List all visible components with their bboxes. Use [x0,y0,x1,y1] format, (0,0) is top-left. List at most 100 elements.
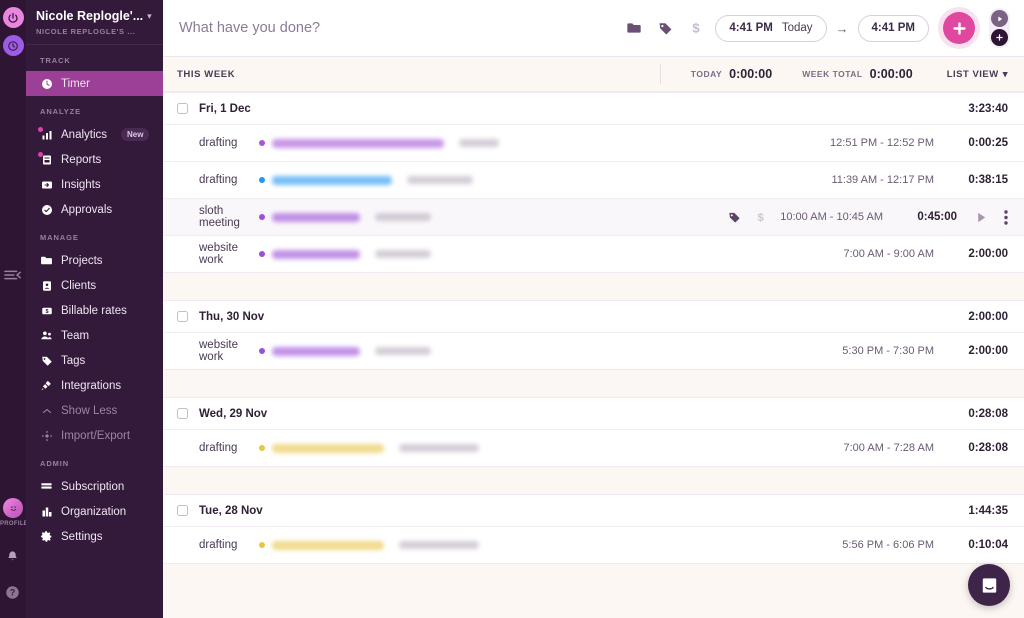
clock-icon[interactable] [2,35,24,56]
day-select-checkbox[interactable] [177,408,188,419]
client-name-redacted [407,176,473,184]
sidebar-item-integrations[interactable]: Integrations [26,373,163,398]
day-group: Tue, 28 Nov 1:44:35 drafting 5:56 PM - 6:06… [163,494,1024,564]
sidebar-item-projects[interactable]: Projects [26,248,163,273]
project-color-dot [259,348,265,354]
sidebar-item-label: Organization [61,505,127,518]
sidebar-item-subscription[interactable]: Subscription [26,474,163,499]
entry-description[interactable]: drafting [177,137,259,149]
entry-time-range[interactable]: 12:51 PM - 12:52 PM [830,137,934,149]
sidebar-item-label: Subscription [61,480,125,493]
entry-project[interactable] [259,346,842,356]
entry-project[interactable] [259,443,844,453]
avatar[interactable] [3,498,23,518]
task-description-input[interactable] [179,20,627,36]
entry-project[interactable] [259,212,728,222]
help-icon[interactable]: ? [5,585,20,605]
time-range-arrow: → [835,20,849,36]
time-entry-row[interactable]: website work 5:30 PM - 7:30 PM 2:00:00 [163,332,1024,369]
status-badge: New [121,128,150,141]
entry-description[interactable]: sloth meeting [177,205,259,229]
sidebar-item-label: Reports [61,153,102,166]
client-name-redacted [375,250,431,258]
tag-icon[interactable] [658,21,673,36]
mode-toggle [989,8,1010,48]
start-time-field[interactable]: 4:41 PM Today [715,14,827,42]
chat-bubble-icon[interactable] [968,564,1010,606]
sidebar-item-reports[interactable]: Reports [26,147,163,172]
entry-duration[interactable]: 0:38:15 [956,174,1008,186]
entry-description[interactable]: drafting [177,442,259,454]
sidebar-item-approvals[interactable]: Approvals [26,197,163,222]
week-summary-bar: THIS WEEK TODAY 0:00:00 WEEK TOTAL 0:00:… [163,57,1024,92]
more-options-icon[interactable] [1004,209,1008,225]
power-icon[interactable] [2,7,24,28]
time-entries-list[interactable]: Fri, 1 Dec 3:23:40 drafting 12:51 PM - 12:5… [163,92,1024,618]
entry-description[interactable]: website work [177,242,259,266]
sidebar-item-organization[interactable]: Organization [26,499,163,524]
sidebar-item-clients[interactable]: Clients [26,273,163,298]
sidebar-item-settings[interactable]: Settings [26,524,163,549]
day-select-checkbox[interactable] [177,103,188,114]
sidebar-item-team[interactable]: Team [26,323,163,348]
day-select-checkbox[interactable] [177,311,188,322]
time-entry-row[interactable]: sloth meeting $10:00 AM - 10:45 AM 0:45:00 [163,198,1024,235]
entry-duration[interactable]: 2:00:00 [956,345,1008,357]
sidebar-item-tags[interactable]: Tags [26,348,163,373]
entry-duration[interactable]: 0:28:08 [956,442,1008,454]
sidebar-item-show-less[interactable]: Show Less [26,398,163,423]
entry-project[interactable] [259,175,831,185]
entry-project[interactable] [259,138,830,148]
workspace-header[interactable]: Nicole Replogle'... ▾ NICOLE REPLOGLE'S … [26,0,163,45]
project-color-dot [259,177,265,183]
collapse-sidebar-icon[interactable] [4,268,22,282]
folder-icon[interactable] [626,20,642,36]
entry-duration[interactable]: 2:00:00 [956,248,1008,260]
sidebar-item-analytics[interactable]: Analytics New [26,122,163,147]
day-total-duration: 1:44:35 [968,504,1008,517]
end-time-field[interactable]: 4:41 PM [857,14,929,42]
entry-time-range[interactable]: 5:56 PM - 6:06 PM [842,539,934,551]
entry-duration[interactable]: 0:10:04 [956,539,1008,551]
sidebar-item-insights[interactable]: Insights [26,172,163,197]
sidebar-item-label: Integrations [61,379,122,392]
sidebar-item-timer[interactable]: Timer [26,71,163,96]
time-entry-row[interactable]: drafting 7:00 AM - 7:28 AM 0:28:08 [163,429,1024,466]
entry-controls: 11:39 AM - 12:17 PM 0:38:15 [831,174,1008,186]
dollar-icon[interactable]: $ [755,210,766,224]
entry-time-range[interactable]: 5:30 PM - 7:30 PM [842,345,934,357]
sidebar-item-label: Clients [61,279,97,292]
bell-icon[interactable] [6,550,19,568]
chevron-down-icon[interactable]: ▾ [147,11,152,21]
nav-section-analyze: ANALYZE [40,107,82,116]
time-entry-row[interactable]: drafting 5:56 PM - 6:06 PM 0:10:04 [163,526,1024,563]
time-entry-row[interactable]: website work 7:00 AM - 9:00 AM 2:00:00 [163,235,1024,272]
day-date-label: Wed, 29 Nov [199,407,268,420]
time-entry-row[interactable]: drafting 11:39 AM - 12:17 PM 0:38:15 [163,161,1024,198]
time-entry-row[interactable]: drafting 12:51 PM - 12:52 PM 0:00:25 [163,124,1024,161]
day-select-checkbox[interactable] [177,505,188,516]
entry-project[interactable] [259,249,844,259]
entry-time-range[interactable]: 7:00 AM - 7:28 AM [844,442,935,454]
entry-duration[interactable]: 0:00:25 [956,137,1008,149]
entry-time-range[interactable]: 11:39 AM - 12:17 PM [831,174,934,186]
sidebar-item-billable-rates[interactable]: $ Billable rates [26,298,163,323]
entry-time-range[interactable]: 10:00 AM - 10:45 AM [780,211,883,223]
sidebar-item-import-export[interactable]: Import/Export [26,423,163,448]
entry-description[interactable]: drafting [177,174,259,186]
entry-controls: 5:30 PM - 7:30 PM 2:00:00 [842,345,1008,357]
day-group-spacer [163,370,1024,397]
entry-description[interactable]: website work [177,339,259,363]
entry-description[interactable]: drafting [177,539,259,551]
manual-mode-button[interactable] [991,29,1008,46]
view-mode-selector[interactable]: LIST VIEW ▾ [947,69,1008,80]
timer-mode-button[interactable] [991,10,1008,27]
entry-time-range[interactable]: 7:00 AM - 9:00 AM [844,248,935,260]
add-entry-button[interactable] [943,12,975,44]
entry-project[interactable] [259,540,842,550]
play-icon[interactable] [975,211,988,224]
sidebar-item-label: Import/Export [61,429,131,442]
entry-duration[interactable]: 0:45:00 [905,211,957,223]
dollar-icon[interactable]: $ [689,20,703,36]
tag-icon[interactable] [728,211,741,224]
